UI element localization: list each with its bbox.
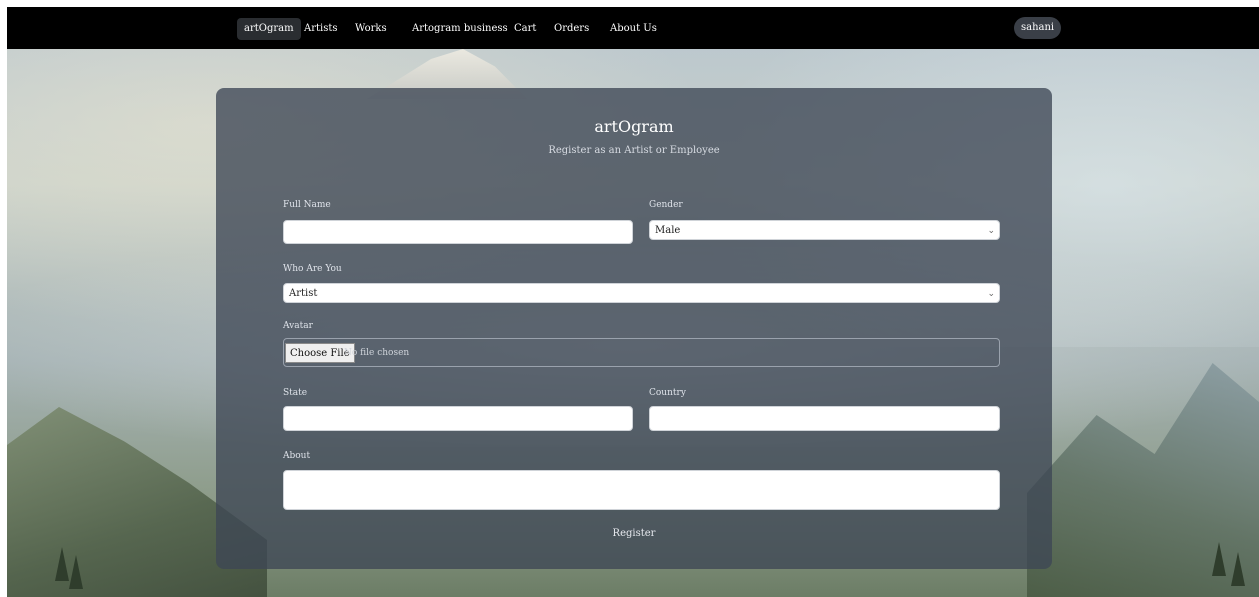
user-menu[interactable]: sahani bbox=[1014, 17, 1062, 39]
avatar-file-input[interactable]: Choose File No file chosen bbox=[283, 338, 1000, 367]
nav-item-works[interactable]: Works bbox=[348, 18, 394, 40]
nav-item-artists[interactable]: Artists bbox=[297, 18, 345, 40]
about-textarea[interactable] bbox=[283, 470, 1000, 510]
navbar: artOgram Artists Works Artogram business… bbox=[7, 7, 1259, 49]
gender-selected-value: Male bbox=[655, 225, 681, 236]
about-label: About bbox=[283, 451, 311, 461]
form-subtitle: Register as an Artist or Employee bbox=[548, 145, 720, 156]
avatar-label: Avatar bbox=[283, 321, 313, 331]
gender-label: Gender bbox=[649, 200, 683, 210]
background-tree bbox=[1231, 552, 1245, 586]
nav-item-cart[interactable]: Cart bbox=[507, 18, 543, 40]
file-status-text: No file chosen bbox=[344, 348, 410, 358]
full-name-input[interactable] bbox=[283, 220, 633, 244]
state-label: State bbox=[283, 388, 308, 398]
form-brand-title: artOgram bbox=[594, 117, 674, 136]
nav-item-about-us[interactable]: About Us bbox=[603, 18, 664, 40]
role-select[interactable]: Artist ⌄ bbox=[283, 283, 1000, 303]
nav-item-home[interactable]: artOgram bbox=[237, 18, 301, 40]
nav-item-orders[interactable]: Orders bbox=[547, 18, 596, 40]
background-tree bbox=[1212, 542, 1226, 576]
registration-card: artOgram Register as an Artist or Employ… bbox=[216, 88, 1052, 569]
gender-select[interactable]: Male ⌄ bbox=[649, 220, 1000, 240]
nav-item-artogram-business[interactable]: Artogram business bbox=[405, 18, 515, 40]
app-window: artOgram Artists Works Artogram business… bbox=[7, 7, 1259, 597]
register-button[interactable]: Register bbox=[216, 528, 1052, 539]
full-name-label: Full Name bbox=[283, 200, 331, 210]
background-tree bbox=[69, 555, 83, 589]
background-tree bbox=[55, 547, 69, 581]
state-input[interactable] bbox=[283, 406, 633, 431]
chevron-down-icon: ⌄ bbox=[987, 289, 995, 299]
country-label: Country bbox=[649, 388, 686, 398]
country-input[interactable] bbox=[649, 406, 1000, 431]
role-selected-value: Artist bbox=[289, 288, 318, 299]
role-label: Who Are You bbox=[283, 264, 342, 274]
chevron-down-icon: ⌄ bbox=[987, 226, 995, 236]
